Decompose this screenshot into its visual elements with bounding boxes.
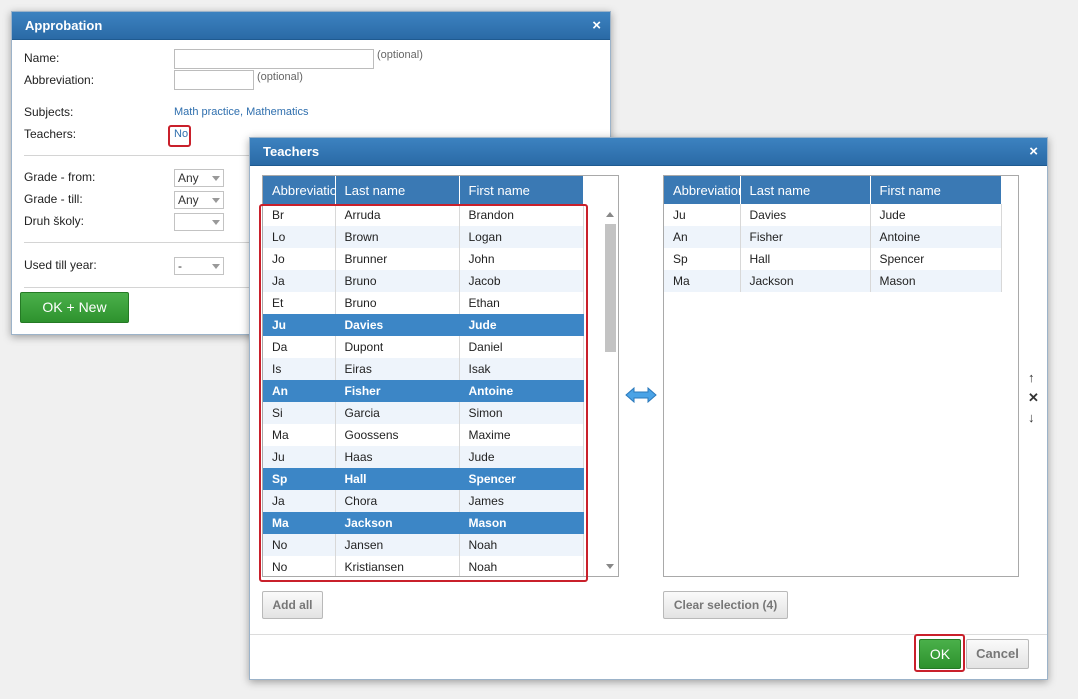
approbation-title: Approbation: [25, 18, 103, 33]
scroll-thumb[interactable]: [605, 224, 616, 352]
cell-last-name: Davies: [740, 204, 871, 226]
table-row[interactable]: Ju Davies Jude: [664, 204, 1002, 226]
cell-first-name: Spencer: [870, 248, 1002, 270]
chevron-down-icon: [212, 176, 220, 181]
double-arrow-icon[interactable]: [625, 387, 657, 403]
teachers-dialog: Teachers × Abbreviation Last name First …: [249, 137, 1048, 680]
grade-till-label: Grade - till:: [24, 192, 83, 206]
available-list-highlight: [259, 204, 588, 582]
cancel-button[interactable]: Cancel: [966, 639, 1029, 669]
header-row: Abbreviation Last name First name: [263, 176, 584, 204]
move-down-icon[interactable]: ↓: [1028, 410, 1035, 425]
name-optional-hint: (optional): [377, 49, 423, 61]
approbation-header: Approbation ×: [12, 12, 610, 40]
close-icon[interactable]: ×: [1029, 138, 1038, 166]
school-type-label: Druh školy:: [24, 214, 85, 228]
cell-abbreviation: Ju: [664, 204, 741, 226]
cell-last-name: Hall: [740, 248, 871, 270]
name-input[interactable]: [174, 49, 374, 69]
table-row[interactable]: Ma Jackson Mason: [664, 270, 1002, 292]
cell-first-name: Jude: [870, 204, 1002, 226]
column-header-last-name[interactable]: Last name: [335, 176, 460, 204]
teachers-header: Teachers ×: [250, 138, 1047, 166]
abbreviation-label: Abbreviation:: [24, 73, 95, 87]
grade-from-label: Grade - from:: [24, 170, 96, 184]
table-row[interactable]: An Fisher Antoine: [664, 226, 1002, 248]
abbreviation-input[interactable]: [174, 70, 254, 90]
ok-new-button[interactable]: OK + New: [20, 292, 129, 323]
grade-till-value: Any: [178, 193, 199, 207]
header-row: Abbreviation Last name First name: [664, 176, 1002, 204]
used-till-label: Used till year:: [24, 258, 97, 272]
scroll-down-icon[interactable]: [606, 564, 614, 569]
cell-abbreviation: Sp: [664, 248, 741, 270]
teachers-label: Teachers:: [24, 127, 77, 141]
name-label: Name:: [24, 51, 60, 65]
remove-icon[interactable]: ✕: [1028, 390, 1039, 406]
grade-from-select[interactable]: Any: [174, 169, 224, 187]
column-header-abbreviation[interactable]: Abbreviation: [664, 176, 741, 204]
school-type-select[interactable]: [174, 213, 224, 231]
abbreviation-optional-hint: (optional): [257, 71, 303, 83]
column-header-abbreviation[interactable]: Abbreviation: [263, 176, 336, 204]
teachers-title: Teachers: [263, 144, 320, 159]
chevron-down-icon: [212, 220, 220, 225]
cell-last-name: Jackson: [740, 270, 871, 292]
scrollbar[interactable]: [602, 204, 618, 576]
cell-abbreviation: An: [664, 226, 741, 248]
column-header-last-name[interactable]: Last name: [740, 176, 871, 204]
subjects-link[interactable]: Math practice, Mathematics: [174, 106, 309, 118]
used-till-select[interactable]: -: [174, 257, 224, 275]
subjects-label: Subjects:: [24, 105, 74, 119]
used-till-value: -: [178, 259, 182, 273]
add-all-button[interactable]: Add all: [262, 591, 323, 619]
chevron-down-icon: [212, 198, 220, 203]
selected-teachers-grid: Abbreviation Last name First name Ju Davi…: [663, 175, 1019, 577]
cell-last-name: Fisher: [740, 226, 871, 248]
column-header-first-name[interactable]: First name: [870, 176, 1002, 204]
move-up-icon[interactable]: ↑: [1028, 370, 1035, 385]
teachers-highlight: [168, 125, 191, 147]
selected-teachers-table: Abbreviation Last name First name Ju Davi…: [664, 176, 1002, 292]
clear-selection-button[interactable]: Clear selection (4): [663, 591, 788, 619]
cell-abbreviation: Ma: [664, 270, 741, 292]
cell-first-name: Mason: [870, 270, 1002, 292]
cell-first-name: Antoine: [870, 226, 1002, 248]
close-icon[interactable]: ×: [592, 12, 601, 40]
scroll-up-icon[interactable]: [606, 212, 614, 217]
grade-from-value: Any: [178, 171, 199, 185]
column-header-first-name[interactable]: First name: [459, 176, 584, 204]
grade-till-select[interactable]: Any: [174, 191, 224, 209]
chevron-down-icon: [212, 264, 220, 269]
table-row[interactable]: Sp Hall Spencer: [664, 248, 1002, 270]
ok-button-highlight: [914, 634, 965, 672]
